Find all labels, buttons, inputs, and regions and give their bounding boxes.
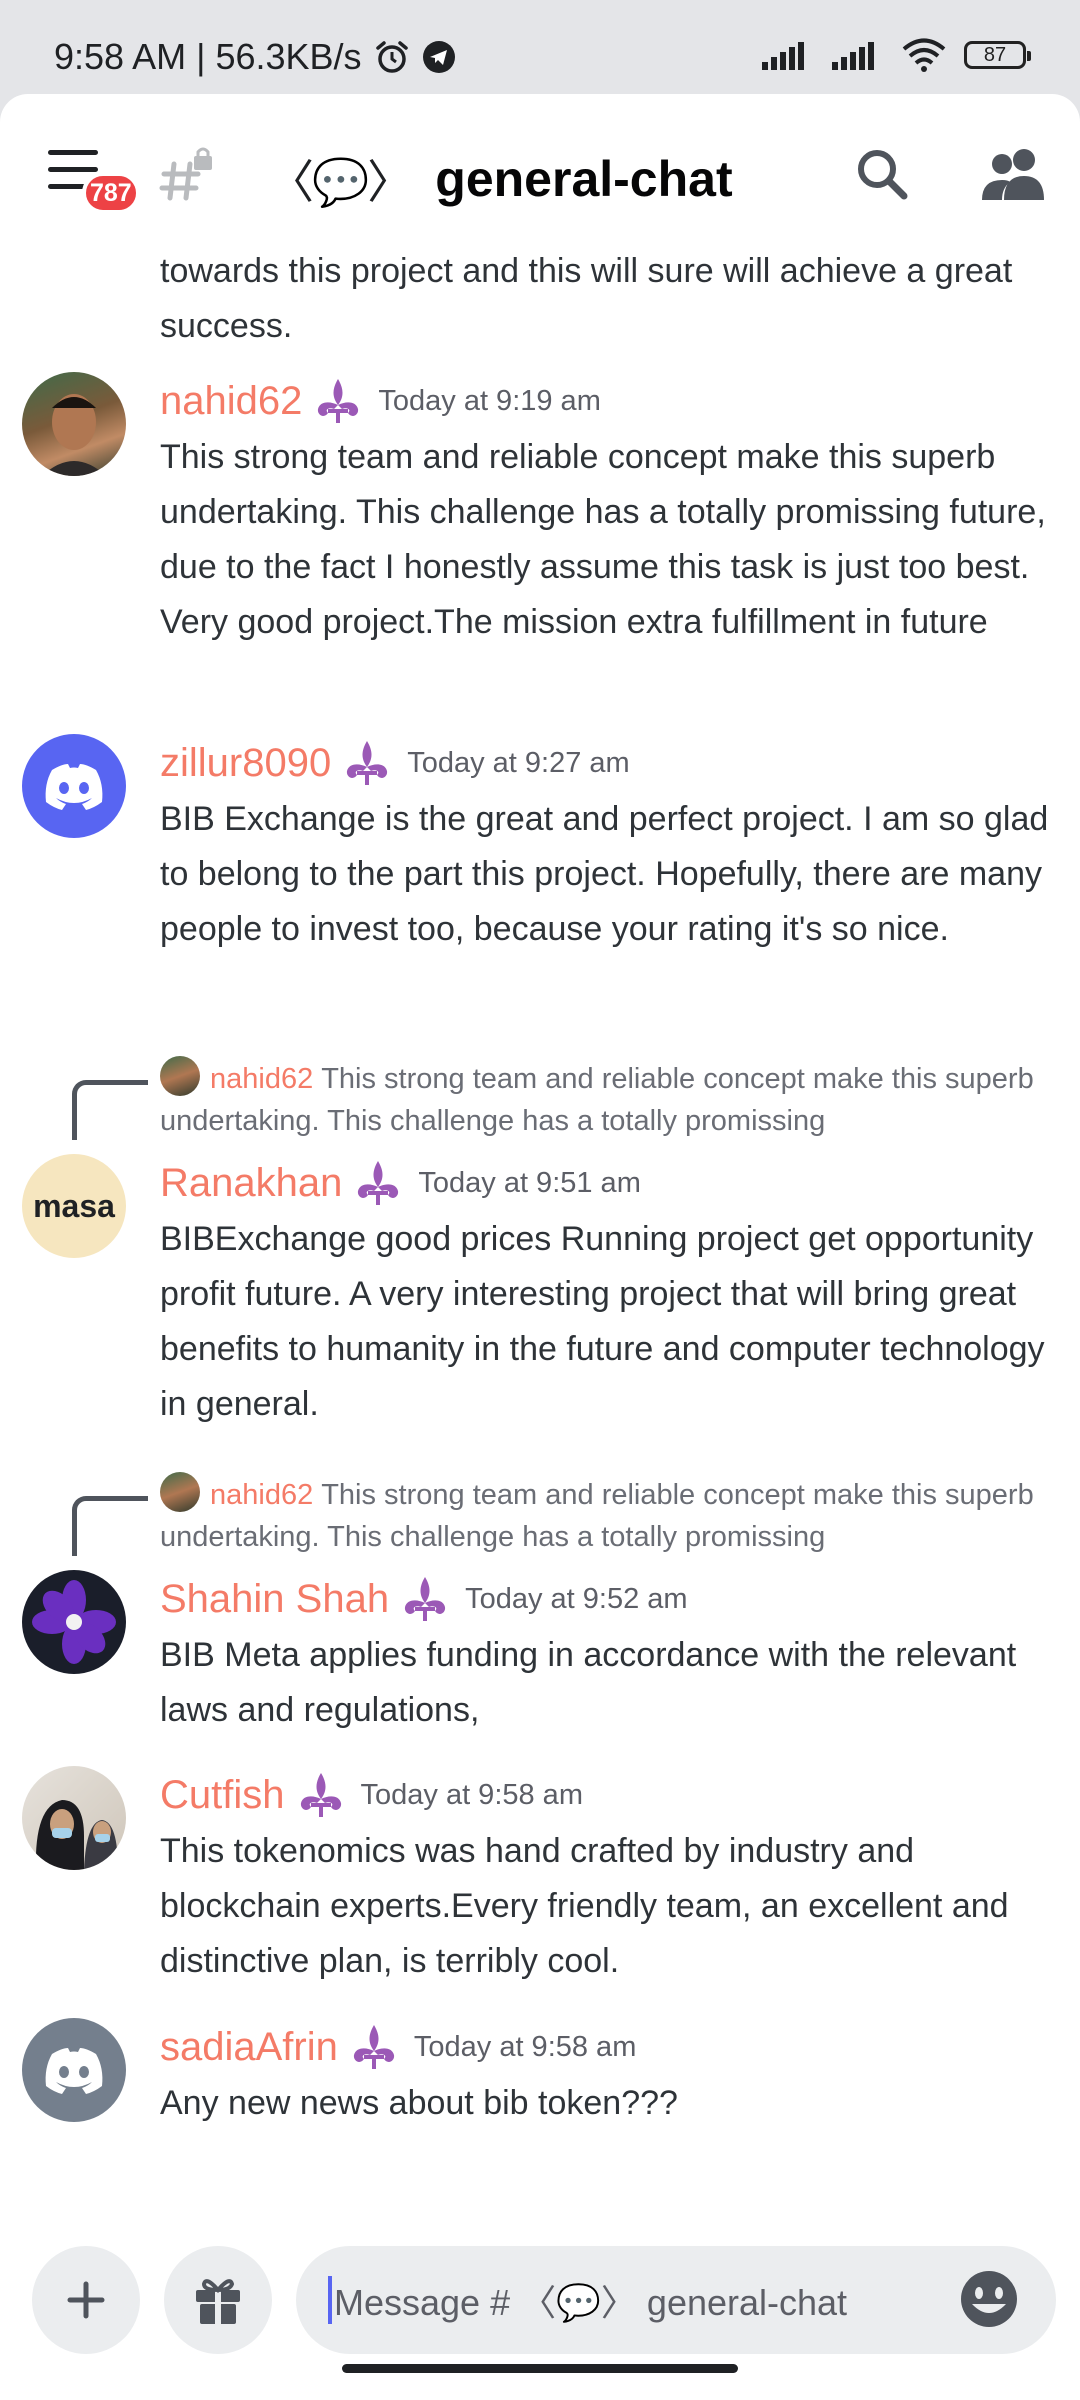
timestamp: Today at 9:58 am	[360, 1778, 583, 1811]
fleur-de-lis-icon	[318, 379, 359, 423]
fleur-de-lis-icon	[347, 741, 388, 785]
search-icon[interactable]	[852, 144, 912, 204]
telegram-icon	[422, 41, 455, 73]
channel-emoji: 〈💬〉	[268, 156, 413, 208]
avatar[interactable]	[22, 1570, 126, 1674]
reply-username: nahid62	[210, 1063, 314, 1095]
message-content: Any new news about bib token???	[160, 2084, 678, 2122]
fleur-de-lis-icon	[404, 1577, 446, 1621]
message-content: This tokenomics was hand crafted by indu…	[160, 1832, 1009, 1980]
reply-preview[interactable]: nahid62 This strong team and reliable con…	[160, 1472, 1040, 1558]
discord-logo-icon	[45, 764, 103, 810]
message-composer: Message # 〈💬〉 general-chat	[0, 2212, 1080, 2362]
app-window: 787 〈💬〉 general-chat towards this projec…	[0, 94, 1080, 2400]
gift-icon	[196, 2279, 240, 2324]
discord-logo-icon	[45, 2048, 103, 2094]
fleur-de-lis-icon	[353, 2025, 394, 2069]
reply-username: nahid62	[210, 1479, 314, 1511]
timestamp: Today at 9:51 am	[418, 1166, 641, 1199]
timestamp: Today at 9:52 am	[465, 1582, 688, 1615]
message-content: This strong team and reliable concept ma…	[160, 438, 1046, 641]
avatar[interactable]	[22, 1766, 126, 1870]
avatar[interactable]: masa	[22, 1154, 126, 1258]
username[interactable]: sadiaAfrin	[160, 2025, 338, 2070]
reply-connector	[72, 1080, 148, 1140]
username[interactable]: nahid62	[160, 379, 302, 424]
message-placeholder: Message # 〈💬〉 general-chat	[334, 2282, 848, 2323]
message-header: Shahin Shah Today at 9:52 am	[160, 1570, 1060, 1628]
username[interactable]: Ranakhan	[160, 1161, 342, 1206]
alarm-icon	[375, 41, 408, 73]
avatar-photo	[35, 1800, 118, 1870]
members-icon[interactable]	[980, 144, 1048, 204]
menu-button[interactable]: 787	[48, 150, 140, 214]
emoji-icon[interactable]	[956, 2266, 1022, 2332]
message-input[interactable]: Message # 〈💬〉 general-chat	[296, 2246, 1056, 2354]
message-body: Ranakhan Today at 9:51 am BIBExchange go…	[160, 1154, 1060, 1432]
add-attachment-button[interactable]	[32, 2246, 140, 2354]
avatar[interactable]	[22, 734, 126, 838]
username[interactable]: Cutfish	[160, 1773, 285, 1818]
status-right: 87	[762, 38, 1031, 72]
username[interactable]: Shahin Shah	[160, 1577, 389, 1622]
text-caret	[328, 2276, 332, 2324]
avatar-text: masa	[33, 1187, 115, 1224]
message-body: zillur8090 Today at 9:27 am BIB Exchange…	[160, 734, 1060, 957]
message-header: zillur8090 Today at 9:27 am	[160, 734, 1060, 792]
battery-level: 87	[983, 43, 1007, 66]
status-left: 9:58 AM | 56.3KB/s	[54, 36, 456, 78]
message-continuation: towards this project and this will sure …	[160, 252, 1013, 345]
channel-name: general-chat	[435, 151, 733, 207]
message-list[interactable]: towards this project and this will sure …	[0, 244, 1080, 2244]
wifi-icon	[902, 38, 946, 72]
timestamp: Today at 9:27 am	[407, 746, 630, 779]
home-indicator[interactable]	[342, 2364, 738, 2373]
message-header: sadiaAfrin Today at 9:58 am	[160, 2018, 1060, 2076]
message-body: Shahin Shah Today at 9:52 am BIB Meta ap…	[160, 1570, 1060, 1738]
reply-avatar	[160, 1056, 200, 1096]
reply-connector	[72, 1496, 148, 1556]
signal-icon-2	[832, 42, 874, 70]
message-body: sadiaAfrin Today at 9:58 am Any new news…	[160, 2018, 1060, 2131]
gift-button[interactable]	[164, 2246, 272, 2354]
message-header: Cutfish Today at 9:58 am	[160, 1766, 1060, 1824]
signal-icon	[762, 42, 804, 70]
message-header: Ranakhan Today at 9:51 am	[160, 1154, 1060, 1212]
thread-lock-icon[interactable]	[158, 146, 218, 206]
menu-icon	[48, 150, 98, 155]
message-content: BIBExchange good prices Running project …	[160, 1220, 1045, 1423]
channel-header: 787 〈💬〉 general-chat	[0, 94, 1080, 244]
message-content: BIB Exchange is the great and perfect pr…	[160, 800, 1049, 948]
avatar-flower	[32, 1580, 116, 1664]
unread-badge: 787	[82, 172, 140, 214]
message-header: nahid62 Today at 9:19 am	[160, 372, 1060, 430]
avatar[interactable]	[22, 2018, 126, 2122]
menu-icon-bar	[48, 167, 98, 172]
status-time-speed: 9:58 AM | 56.3KB/s	[54, 36, 362, 77]
reply-avatar	[160, 1472, 200, 1512]
timestamp: Today at 9:19 am	[378, 384, 601, 417]
status-bar: 9:58 AM | 56.3KB/s 87	[0, 0, 1080, 92]
message-body: nahid62 Today at 9:19 am This strong tea…	[160, 372, 1060, 650]
reply-preview[interactable]: nahid62 This strong team and reliable con…	[160, 1056, 1040, 1142]
timestamp: Today at 9:58 am	[413, 2030, 637, 2063]
avatar-photo	[42, 394, 106, 476]
fleur-de-lis-icon	[300, 1773, 341, 1817]
message-body: Cutfish Today at 9:58 am This tokenomics…	[160, 1766, 1060, 1989]
battery-icon: 87	[964, 41, 1031, 69]
username[interactable]: zillur8090	[160, 741, 331, 786]
channel-title[interactable]: 〈💬〉 general-chat	[268, 146, 733, 212]
plus-icon	[67, 2281, 105, 2319]
fleur-de-lis-icon	[358, 1161, 399, 1205]
message-content: BIB Meta applies funding in accordance w…	[160, 1636, 1017, 1729]
avatar[interactable]	[22, 372, 126, 476]
